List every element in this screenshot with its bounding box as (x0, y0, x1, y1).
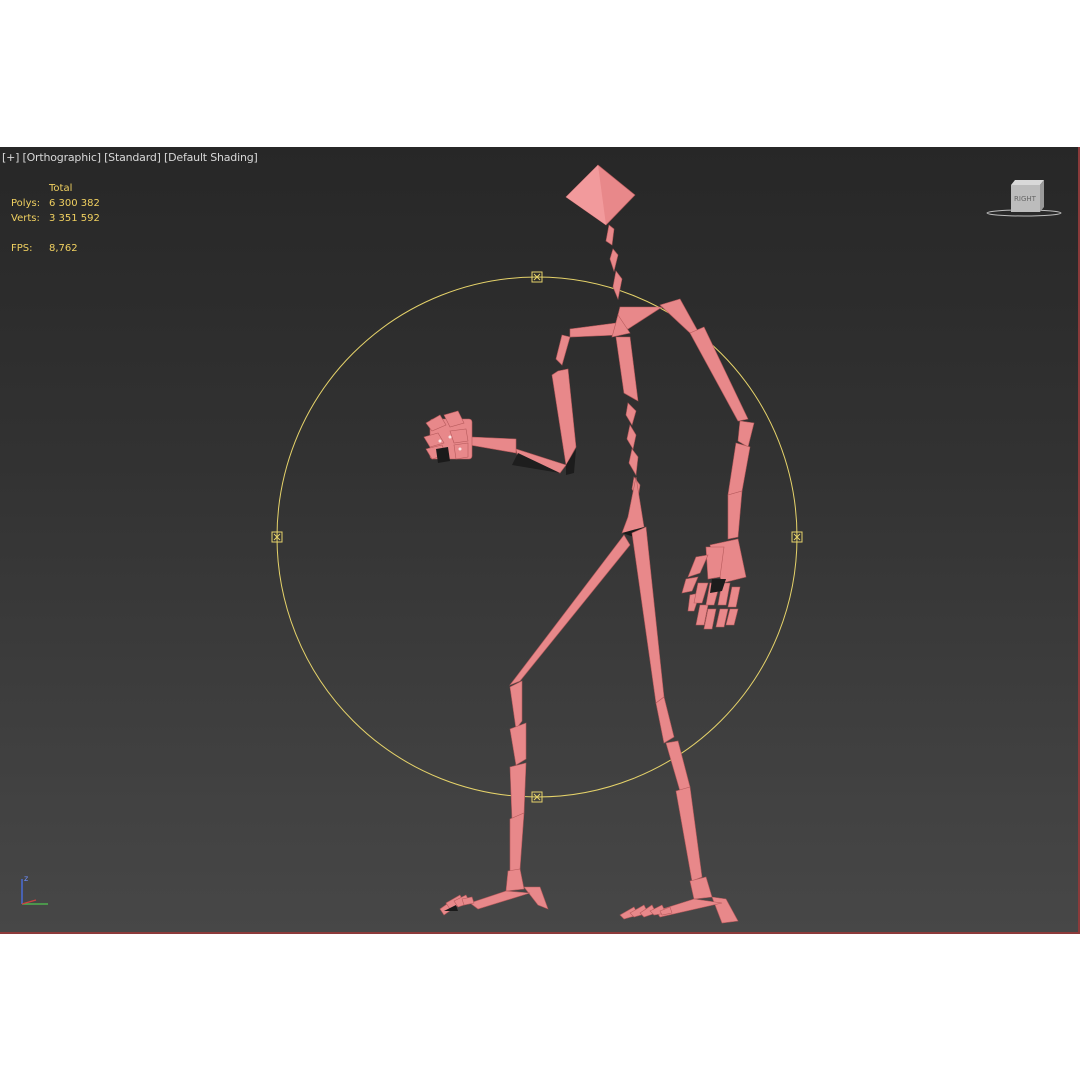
biped-skeleton[interactable] (423, 164, 755, 924)
selection-handles[interactable] (271, 271, 803, 803)
right-thigh[interactable] (631, 526, 665, 704)
neck-bone-3[interactable] (612, 270, 623, 301)
axis-z-label: z (24, 874, 28, 883)
axis-tripod-icon: z (21, 874, 48, 905)
skeleton-scene[interactable] (0, 147, 1078, 932)
right-shoulder-bone[interactable] (659, 298, 701, 336)
right-shin-2[interactable] (675, 786, 703, 882)
right-hand[interactable] (681, 538, 747, 630)
left-shin-1[interactable] (509, 722, 527, 766)
spine-bone-1[interactable] (615, 336, 639, 402)
right-elbow-bone[interactable] (737, 420, 755, 448)
left-upper-arm-1[interactable] (555, 334, 571, 366)
neck-bone-2[interactable] (609, 248, 619, 273)
left-foot-bone[interactable] (469, 890, 531, 910)
selection-circle[interactable] (276, 276, 798, 798)
spine-bone-4[interactable] (628, 448, 639, 476)
left-ankle-bone[interactable] (505, 868, 525, 892)
left-upper-arm-2[interactable] (551, 368, 577, 466)
right-heel-bone[interactable] (711, 896, 739, 924)
spine-bone-2[interactable] (625, 402, 637, 426)
left-toes[interactable] (439, 894, 475, 916)
right-forearm[interactable] (727, 442, 751, 496)
neck-bone-1[interactable] (605, 224, 615, 246)
left-heel-bone[interactable] (523, 886, 549, 910)
spine-bone-3[interactable] (626, 424, 637, 450)
left-thigh[interactable] (509, 534, 631, 686)
left-shin-3[interactable] (509, 812, 525, 874)
right-wrist-bone[interactable] (727, 490, 743, 540)
right-shin-1[interactable] (665, 740, 691, 792)
left-shin-2[interactable] (509, 762, 527, 820)
left-hand[interactable] (423, 410, 473, 463)
right-toes[interactable] (619, 904, 673, 920)
left-knee-bone[interactable] (509, 680, 523, 730)
left-wrist-bone[interactable] (469, 436, 517, 454)
viewport-orthographic[interactable]: [+] [Orthographic] [Standard] [Default S… (0, 147, 1080, 934)
left-clavicle[interactable] (569, 322, 619, 338)
right-knee-bone[interactable] (655, 696, 675, 744)
right-ankle-bone[interactable] (689, 876, 713, 900)
